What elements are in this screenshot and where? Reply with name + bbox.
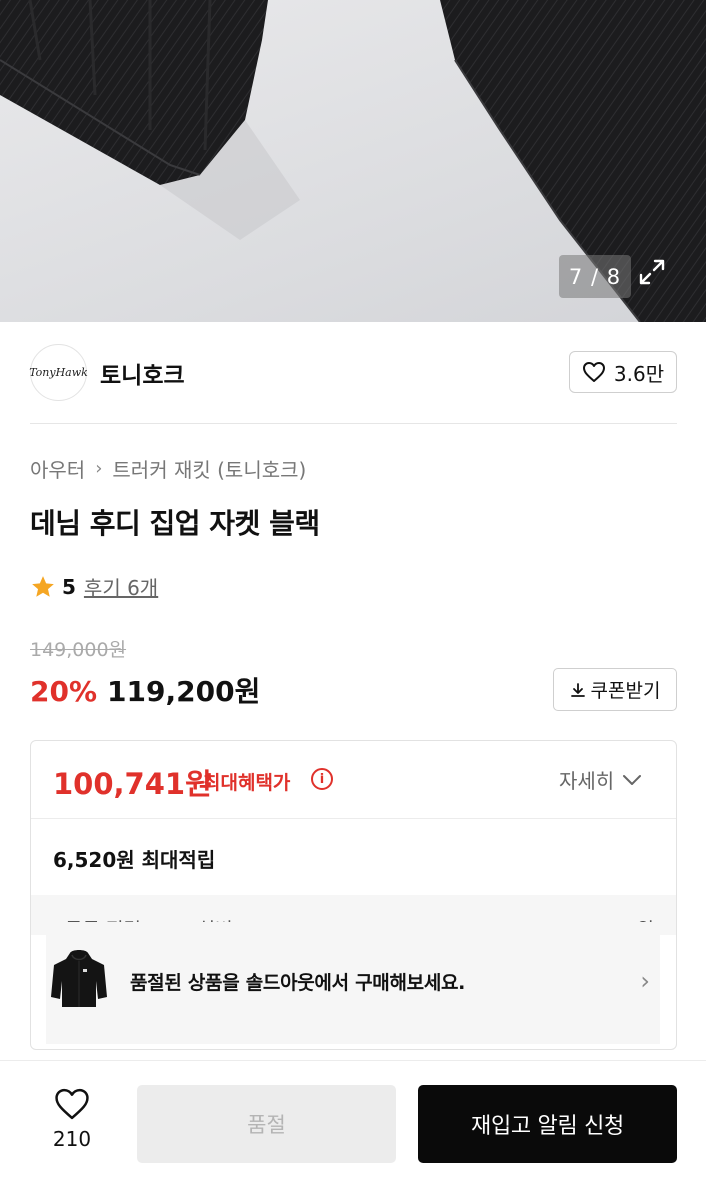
discount-rate: 20% [30, 675, 98, 708]
price-row: 20% 119,200원 [30, 670, 260, 710]
info-icon[interactable]: i [311, 768, 333, 790]
chevron-right-icon: › [95, 458, 103, 479]
star-icon [32, 575, 54, 597]
review-link[interactable]: 후기 6개 [84, 572, 158, 601]
product-title: 데님 후디 집업 자켓 블랙 [30, 507, 320, 540]
brand-logo[interactable]: TonyHawk [29, 344, 88, 401]
bottom-action-bar: 210 품절 재입고 알림 신청 [0, 1060, 706, 1200]
max-benefit-price: 100,741원 [53, 767, 212, 801]
wish-button[interactable]: 210 [40, 1087, 104, 1151]
breadcrumb-subcategory[interactable]: 트러커 재킷 (토니호크) [112, 454, 306, 483]
coupon-label: 쿠폰받기 [590, 680, 661, 702]
detail-toggle[interactable]: 자세히 [559, 765, 642, 794]
max-points: 6,520원 최대적립 [53, 848, 216, 872]
brand-row: TonyHawk 토니호크 3.6만 [29, 322, 677, 424]
restock-alert-button[interactable]: 재입고 알림 신청 [418, 1085, 677, 1163]
detail-toggle-label: 자세히 [559, 769, 615, 793]
download-icon [570, 682, 585, 697]
breadcrumb-category[interactable]: 아우터 [30, 454, 85, 483]
sale-price: 119,200원 [107, 675, 261, 708]
brand-name[interactable]: 토니호크 [100, 356, 185, 390]
soldout-banner[interactable]: 품절된 상품을 솔드아웃에서 구매해보세요. › [46, 922, 660, 1044]
rating-row: 5 후기 6개 [30, 572, 158, 601]
heart-icon [582, 362, 605, 382]
brand-like-button[interactable]: 3.6만 [569, 351, 677, 393]
chevron-down-icon [623, 774, 642, 785]
coupon-button[interactable]: 쿠폰받기 [553, 668, 677, 711]
soldout-banner-text: 품절된 상품을 솔드아웃에서 구매해보세요. [130, 972, 466, 994]
heart-icon [55, 1088, 89, 1120]
rating-score: 5 [62, 574, 76, 599]
benefit-header[interactable]: 100,741원 최대혜택가 i 자세히 [31, 741, 676, 819]
expand-icon[interactable] [638, 258, 674, 294]
soldout-button: 품절 [137, 1085, 396, 1163]
hoodie-thumbnail [51, 950, 107, 1007]
brand-logo-text: TonyHawk [29, 366, 88, 379]
original-price: 149,000원 [30, 639, 127, 661]
chevron-right-icon: › [640, 967, 650, 995]
product-image-gallery[interactable]: 7 / 8 [0, 0, 706, 322]
max-benefit-label: 최대혜택가 [203, 772, 291, 794]
brand-like-count: 3.6만 [613, 361, 665, 386]
image-counter: 7 / 8 [559, 255, 631, 298]
wish-count: 210 [52, 1127, 92, 1151]
breadcrumb: 아우터 › 트러커 재킷 (토니호크) [30, 454, 306, 483]
